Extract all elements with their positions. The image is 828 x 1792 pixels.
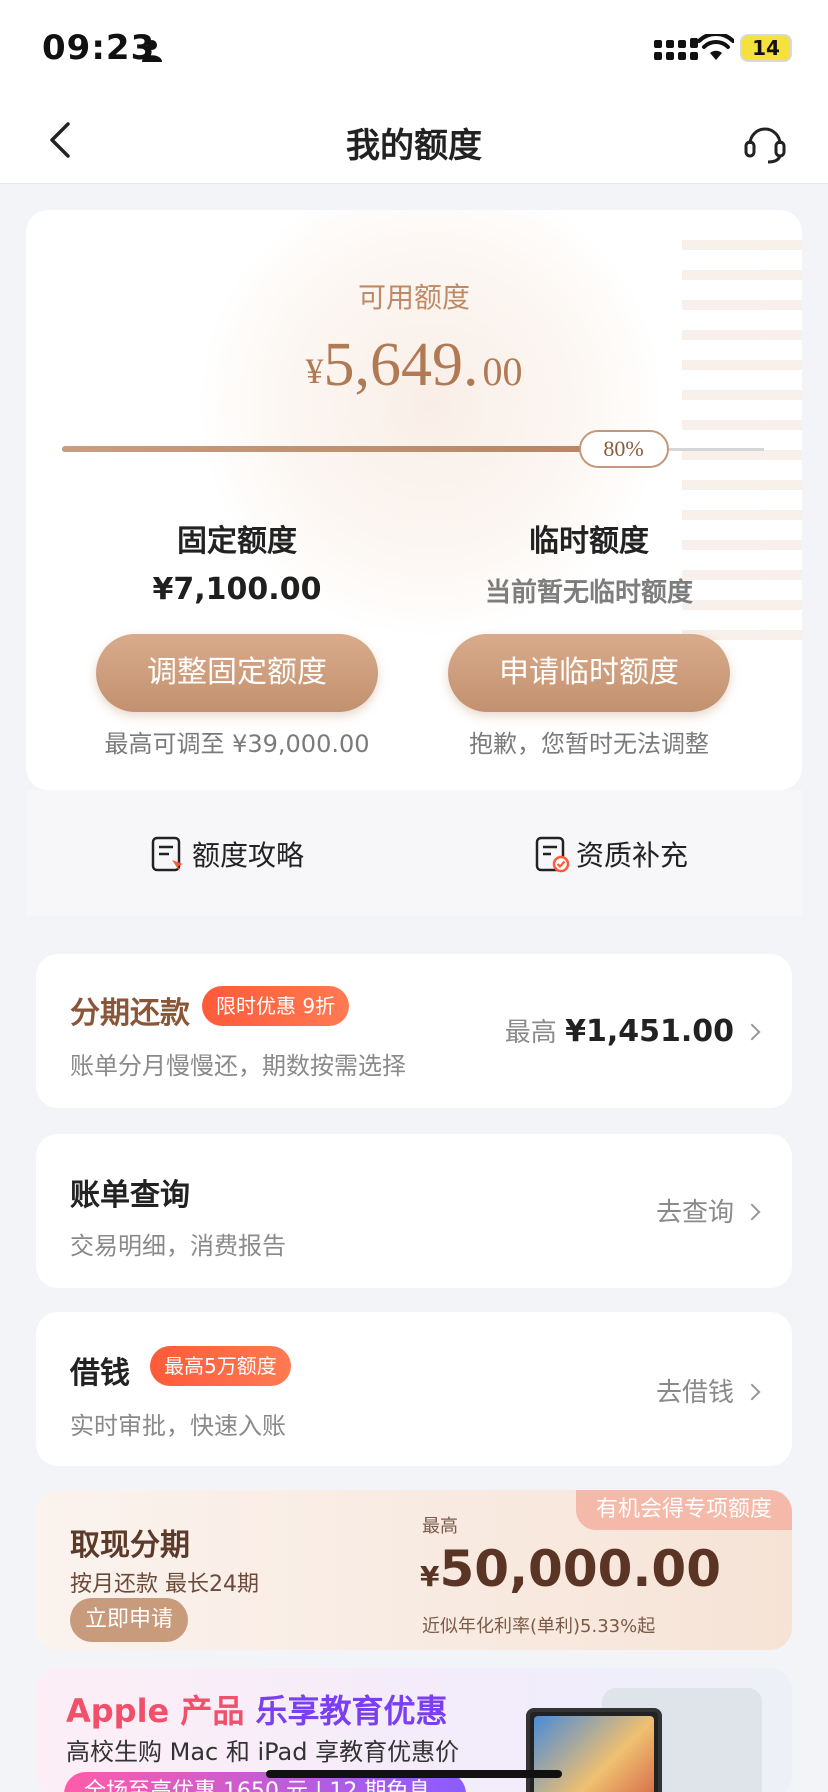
loan-badge: 最高5万额度 (150, 1346, 291, 1386)
bill-query-subtitle: 交易明细，消费报告 (70, 1232, 286, 1260)
document-check-icon (535, 836, 570, 873)
chevron-right-icon (743, 1383, 761, 1401)
temporary-limit-value: 当前暂无临时额度 (484, 578, 693, 608)
cash-installment-max-label: 最高 (422, 1516, 458, 1537)
battery-icon: 14 (740, 34, 792, 62)
usage-progress-fill (62, 446, 624, 452)
temporary-limit-title: 临时额度 (529, 524, 649, 559)
limit-guide-link[interactable]: 额度攻略 (150, 834, 304, 874)
quick-links-row: 额度攻略 资质补充 (26, 790, 802, 916)
adjust-fixed-limit-button[interactable]: 调整固定额度 (96, 634, 378, 712)
temporary-limit-note: 抱歉，您暂时无法调整 (469, 730, 709, 758)
page-title: 我的额度 (346, 126, 482, 166)
status-time: 09:23 (42, 28, 156, 68)
cash-installment-rate: 近似年化利率(单利)5.33%起 (422, 1616, 656, 1637)
available-limit-label: 可用额度 (357, 281, 470, 314)
apple-banner-title-part1: Apple 产品 (66, 1692, 245, 1730)
signal-icon (654, 38, 698, 60)
amount-integer: 5,649. (323, 331, 479, 399)
guide-icon (151, 836, 183, 872)
loan-action-label: 去借钱 (655, 1378, 734, 1408)
cash-installment-subtitle: 按月还款 最长24期 (70, 1572, 259, 1597)
installment-max: 最高 ¥1,451.00 (504, 1012, 761, 1049)
cash-installment-title: 取现分期 (70, 1528, 190, 1563)
home-indicator (266, 1770, 562, 1778)
bill-query-card[interactable]: 账单查询 交易明细，消费报告 去查询 (36, 1134, 792, 1288)
installment-title: 分期还款 (70, 996, 190, 1031)
usage-percent-badge: 80% (578, 430, 669, 468)
installment-promo-badge: 限时优惠 9折 (202, 986, 350, 1026)
macbook-image (526, 1708, 662, 1792)
available-limit-amount: ¥5,649. 00 (26, 330, 802, 401)
status-bar: 09:23 14 (0, 0, 828, 96)
bill-query-title: 账单查询 (70, 1178, 190, 1213)
temporary-limit-section: 临时额度 当前暂无临时额度 申请临时额度 抱歉，您暂时无法调整 (424, 516, 754, 759)
loan-action[interactable]: 去借钱 (655, 1372, 761, 1409)
installment-card[interactable]: 分期还款 限时优惠 9折 账单分月慢慢还，期数按需选择 最高 ¥1,451.00 (36, 954, 792, 1108)
person-icon (142, 40, 162, 62)
installment-max-value: ¥1,451.00 (565, 1014, 734, 1049)
apple-banner-subtitle: 高校生购 Mac 和 iPad 享教育优惠价 (66, 1738, 460, 1766)
wifi-icon (698, 34, 734, 60)
currency-symbol: ¥ (420, 1560, 440, 1593)
apple-banner-title: Apple 产品 乐享教育优惠 (66, 1686, 448, 1732)
installment-max-prefix: 最高 (504, 1018, 557, 1048)
qualification-supplement-link[interactable]: 资质补充 (534, 834, 688, 874)
fixed-limit-title: 固定额度 (177, 524, 297, 559)
apply-now-button[interactable]: 立即申请 (70, 1598, 188, 1642)
cash-installment-card[interactable]: 有机会得专项额度 取现分期 按月还款 最长24期 立即申请 最高 ¥50,000… (36, 1490, 792, 1650)
chevron-right-icon (743, 1203, 761, 1221)
quick-link-label: 资质补充 (576, 839, 689, 872)
customer-service-icon[interactable] (740, 116, 790, 166)
quick-link-label: 额度攻略 (192, 839, 305, 872)
bill-query-action-label: 去查询 (655, 1198, 734, 1228)
loan-card[interactable]: 借钱 最高5万额度 实时审批，快速入账 去借钱 (36, 1312, 792, 1466)
fixed-limit-note: 最高可调至 ¥39,000.00 (104, 730, 370, 758)
cash-installment-amount: ¥50,000.00 (420, 1540, 721, 1598)
bill-query-action[interactable]: 去查询 (655, 1192, 761, 1229)
loan-title: 借钱 (70, 1356, 130, 1391)
credit-limit-card: 可用额度 ¥5,649. 00 80% 固定额度 ¥7,100.00 调整固定额… (26, 210, 802, 790)
cash-installment-ribbon: 有机会得专项额度 (576, 1490, 792, 1530)
chevron-right-icon (743, 1023, 761, 1041)
currency-symbol: ¥ (305, 351, 324, 391)
loan-subtitle: 实时审批，快速入账 (70, 1412, 286, 1440)
cash-amount-value: 50,000.00 (439, 1540, 722, 1598)
amount-decimal: 00 (482, 349, 523, 394)
apple-banner-title-part2: 乐享教育优惠 (255, 1692, 448, 1730)
apply-temporary-limit-button[interactable]: 申请临时额度 (448, 634, 730, 712)
fixed-limit-value: ¥7,100.00 (152, 572, 322, 607)
nav-bar: 我的额度 (0, 96, 828, 184)
installment-subtitle: 账单分月慢慢还，期数按需选择 (70, 1052, 406, 1080)
fixed-limit-section: 固定额度 ¥7,100.00 调整固定额度 最高可调至 ¥39,000.00 (72, 516, 402, 759)
